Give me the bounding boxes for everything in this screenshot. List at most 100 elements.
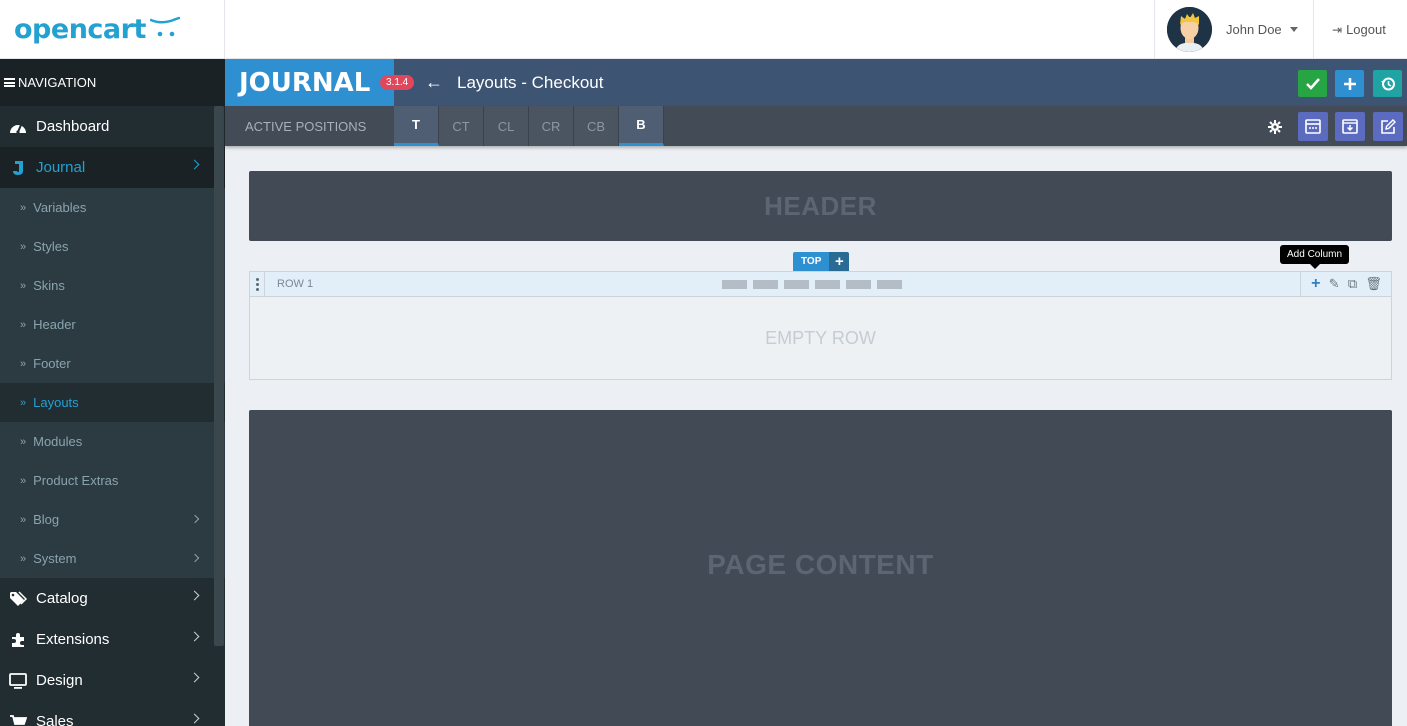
version-badge: 3.1.4 bbox=[380, 75, 415, 90]
tags-icon bbox=[8, 590, 28, 608]
sidebar-item-label: Journal bbox=[36, 159, 86, 176]
sidebar-item-blog[interactable]: » Blog bbox=[0, 500, 225, 539]
double-chevron-icon: » bbox=[20, 552, 26, 565]
tab-column-right[interactable]: CR bbox=[529, 106, 574, 146]
double-chevron-icon: » bbox=[20, 279, 26, 292]
import-button[interactable] bbox=[1335, 112, 1365, 141]
tab-content-bottom[interactable]: CB bbox=[574, 106, 619, 146]
plus-icon bbox=[1343, 77, 1356, 90]
active-positions-label: ACTIVE POSITIONS bbox=[245, 118, 367, 134]
user-menu[interactable]: John Doe bbox=[1154, 0, 1314, 59]
check-icon bbox=[1305, 77, 1320, 90]
chevron-right-icon bbox=[189, 159, 200, 170]
sidebar-item-sales[interactable]: Sales bbox=[0, 701, 225, 726]
tab-column-left[interactable]: CL bbox=[484, 106, 529, 146]
opencart-logo[interactable]: opencart bbox=[0, 0, 225, 59]
drag-handle-icon[interactable] bbox=[250, 272, 265, 296]
logout-label: Logout bbox=[1346, 22, 1386, 37]
sidebar-item-journal[interactable]: Journal bbox=[0, 147, 225, 188]
tab-bottom[interactable]: B bbox=[619, 106, 664, 146]
page-title: ← Layouts - Checkout bbox=[425, 59, 603, 106]
sidebar-item-dashboard[interactable]: Dashboard bbox=[0, 106, 225, 147]
settings-button[interactable] bbox=[1260, 112, 1290, 141]
back-arrow-icon[interactable]: ← bbox=[425, 72, 443, 93]
tab-label: B bbox=[636, 117, 646, 132]
tab-top[interactable]: T bbox=[394, 106, 439, 146]
sidebar-item-extensions[interactable]: Extensions bbox=[0, 619, 225, 660]
journal-logo-text: JOURNAL bbox=[239, 67, 371, 98]
pencil-icon[interactable]: ✎ bbox=[1329, 276, 1340, 292]
add-column-tooltip: Add Column bbox=[1280, 245, 1350, 269]
tab-label: CT bbox=[452, 118, 470, 134]
sidebar-item-product-extras[interactable]: » Product Extras bbox=[0, 461, 225, 500]
user-name: John Doe bbox=[1226, 22, 1282, 37]
gear-icon bbox=[1268, 119, 1282, 134]
sidebar-item-label: System bbox=[33, 551, 77, 566]
layout-window-button[interactable] bbox=[1298, 112, 1328, 141]
save-button[interactable] bbox=[1298, 70, 1327, 97]
sidebar-item-catalog[interactable]: Catalog bbox=[0, 578, 225, 619]
sidebar-item-label: Skins bbox=[33, 278, 65, 293]
sidebar-item-label: Layouts bbox=[33, 395, 79, 410]
sidebar-item-variables[interactable]: » Variables bbox=[0, 188, 225, 227]
sidebar-item-label: Design bbox=[36, 672, 83, 689]
tab-content-top[interactable]: CT bbox=[439, 106, 484, 146]
history-button[interactable] bbox=[1373, 70, 1402, 97]
sidebar-item-label: Styles bbox=[33, 239, 69, 254]
double-chevron-icon: » bbox=[20, 318, 26, 331]
dashboard-icon bbox=[8, 118, 28, 136]
empty-row-label: EMPTY ROW bbox=[765, 327, 876, 348]
page-content-label: PAGE CONTENT bbox=[707, 549, 934, 580]
trash-icon[interactable]: 🗑 bbox=[1365, 276, 1382, 292]
positions-bar: ACTIVE POSITIONS T CT CL CR CB B bbox=[225, 106, 1407, 146]
cart-logo-icon bbox=[149, 16, 180, 36]
nav-heading-label: NAVIGATION bbox=[18, 75, 97, 90]
empty-row-placeholder: EMPTY ROW bbox=[250, 297, 1391, 379]
top-label-text: TOP bbox=[793, 252, 830, 271]
top-position-label: TOP + bbox=[793, 252, 850, 271]
sidebar-item-label: Catalog bbox=[36, 590, 88, 607]
copy-icon[interactable]: ⧉ bbox=[1348, 276, 1357, 292]
monitor-icon bbox=[8, 672, 28, 690]
row-device-indicators bbox=[722, 280, 902, 289]
double-chevron-icon: » bbox=[20, 240, 26, 253]
sidebar-item-skins[interactable]: » Skins bbox=[0, 266, 225, 305]
chevron-right-icon bbox=[190, 514, 200, 524]
sidebar-item-layouts[interactable]: » Layouts bbox=[0, 383, 225, 422]
add-column-icon[interactable]: + bbox=[1311, 275, 1320, 293]
header-label: HEADER bbox=[764, 190, 877, 221]
sidebar-item-design[interactable]: Design bbox=[0, 660, 225, 701]
sign-out-icon: ⇥ bbox=[1332, 22, 1343, 37]
sidebar-item-label: Product Extras bbox=[33, 473, 119, 488]
sidebar: NAVIGATION Dashboard Journal » Variables … bbox=[0, 59, 225, 726]
sidebar-item-system[interactable]: » System bbox=[0, 539, 225, 578]
sidebar-item-header[interactable]: » Header bbox=[0, 305, 225, 344]
avatar bbox=[1167, 7, 1212, 52]
logo-text: opencart bbox=[14, 14, 146, 45]
nav-heading[interactable]: NAVIGATION bbox=[0, 59, 225, 106]
edit-button[interactable] bbox=[1373, 112, 1403, 141]
add-row-button[interactable]: + bbox=[829, 252, 850, 271]
sidebar-item-footer[interactable]: » Footer bbox=[0, 344, 225, 383]
journal-logo: JOURNAL bbox=[225, 59, 394, 106]
sidebar-item-label: Modules bbox=[33, 434, 83, 449]
tab-label: CB bbox=[586, 118, 606, 134]
top-header: opencart John Doe ⇥ Logout bbox=[0, 0, 1407, 59]
chevron-right-icon bbox=[190, 553, 200, 563]
add-button[interactable] bbox=[1335, 70, 1364, 97]
double-chevron-icon: » bbox=[20, 201, 26, 214]
sidebar-item-label: Sales bbox=[36, 713, 74, 726]
sidebar-item-label: Header bbox=[33, 317, 76, 332]
sidebar-item-styles[interactable]: » Styles bbox=[0, 227, 225, 266]
double-chevron-icon: » bbox=[20, 513, 26, 526]
tab-label: CL bbox=[497, 118, 515, 134]
page-title-text: Layouts - Checkout bbox=[457, 72, 604, 92]
row-tools: + ✎ ⧉ 🗑 bbox=[1300, 272, 1392, 296]
sidebar-item-modules[interactable]: » Modules bbox=[0, 422, 225, 461]
hamburger-icon bbox=[4, 78, 15, 87]
chevron-down-icon bbox=[1289, 27, 1298, 32]
sidebar-scrollbar[interactable] bbox=[214, 106, 224, 646]
logout-link[interactable]: ⇥ Logout bbox=[1332, 0, 1386, 59]
tab-label: T bbox=[412, 117, 420, 132]
puzzle-icon bbox=[8, 631, 28, 649]
